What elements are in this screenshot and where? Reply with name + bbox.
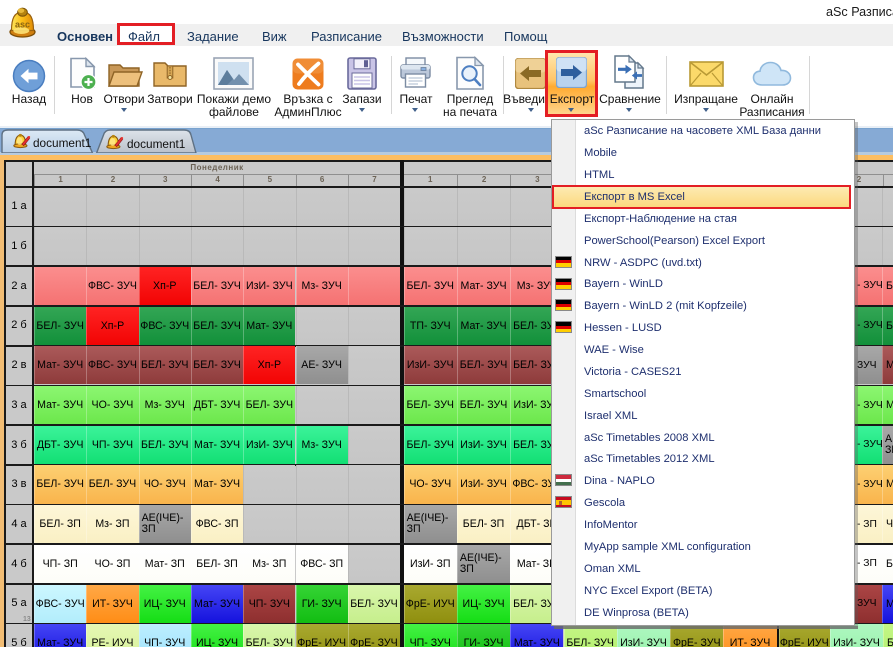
svg-text:asc: asc <box>15 20 30 30</box>
